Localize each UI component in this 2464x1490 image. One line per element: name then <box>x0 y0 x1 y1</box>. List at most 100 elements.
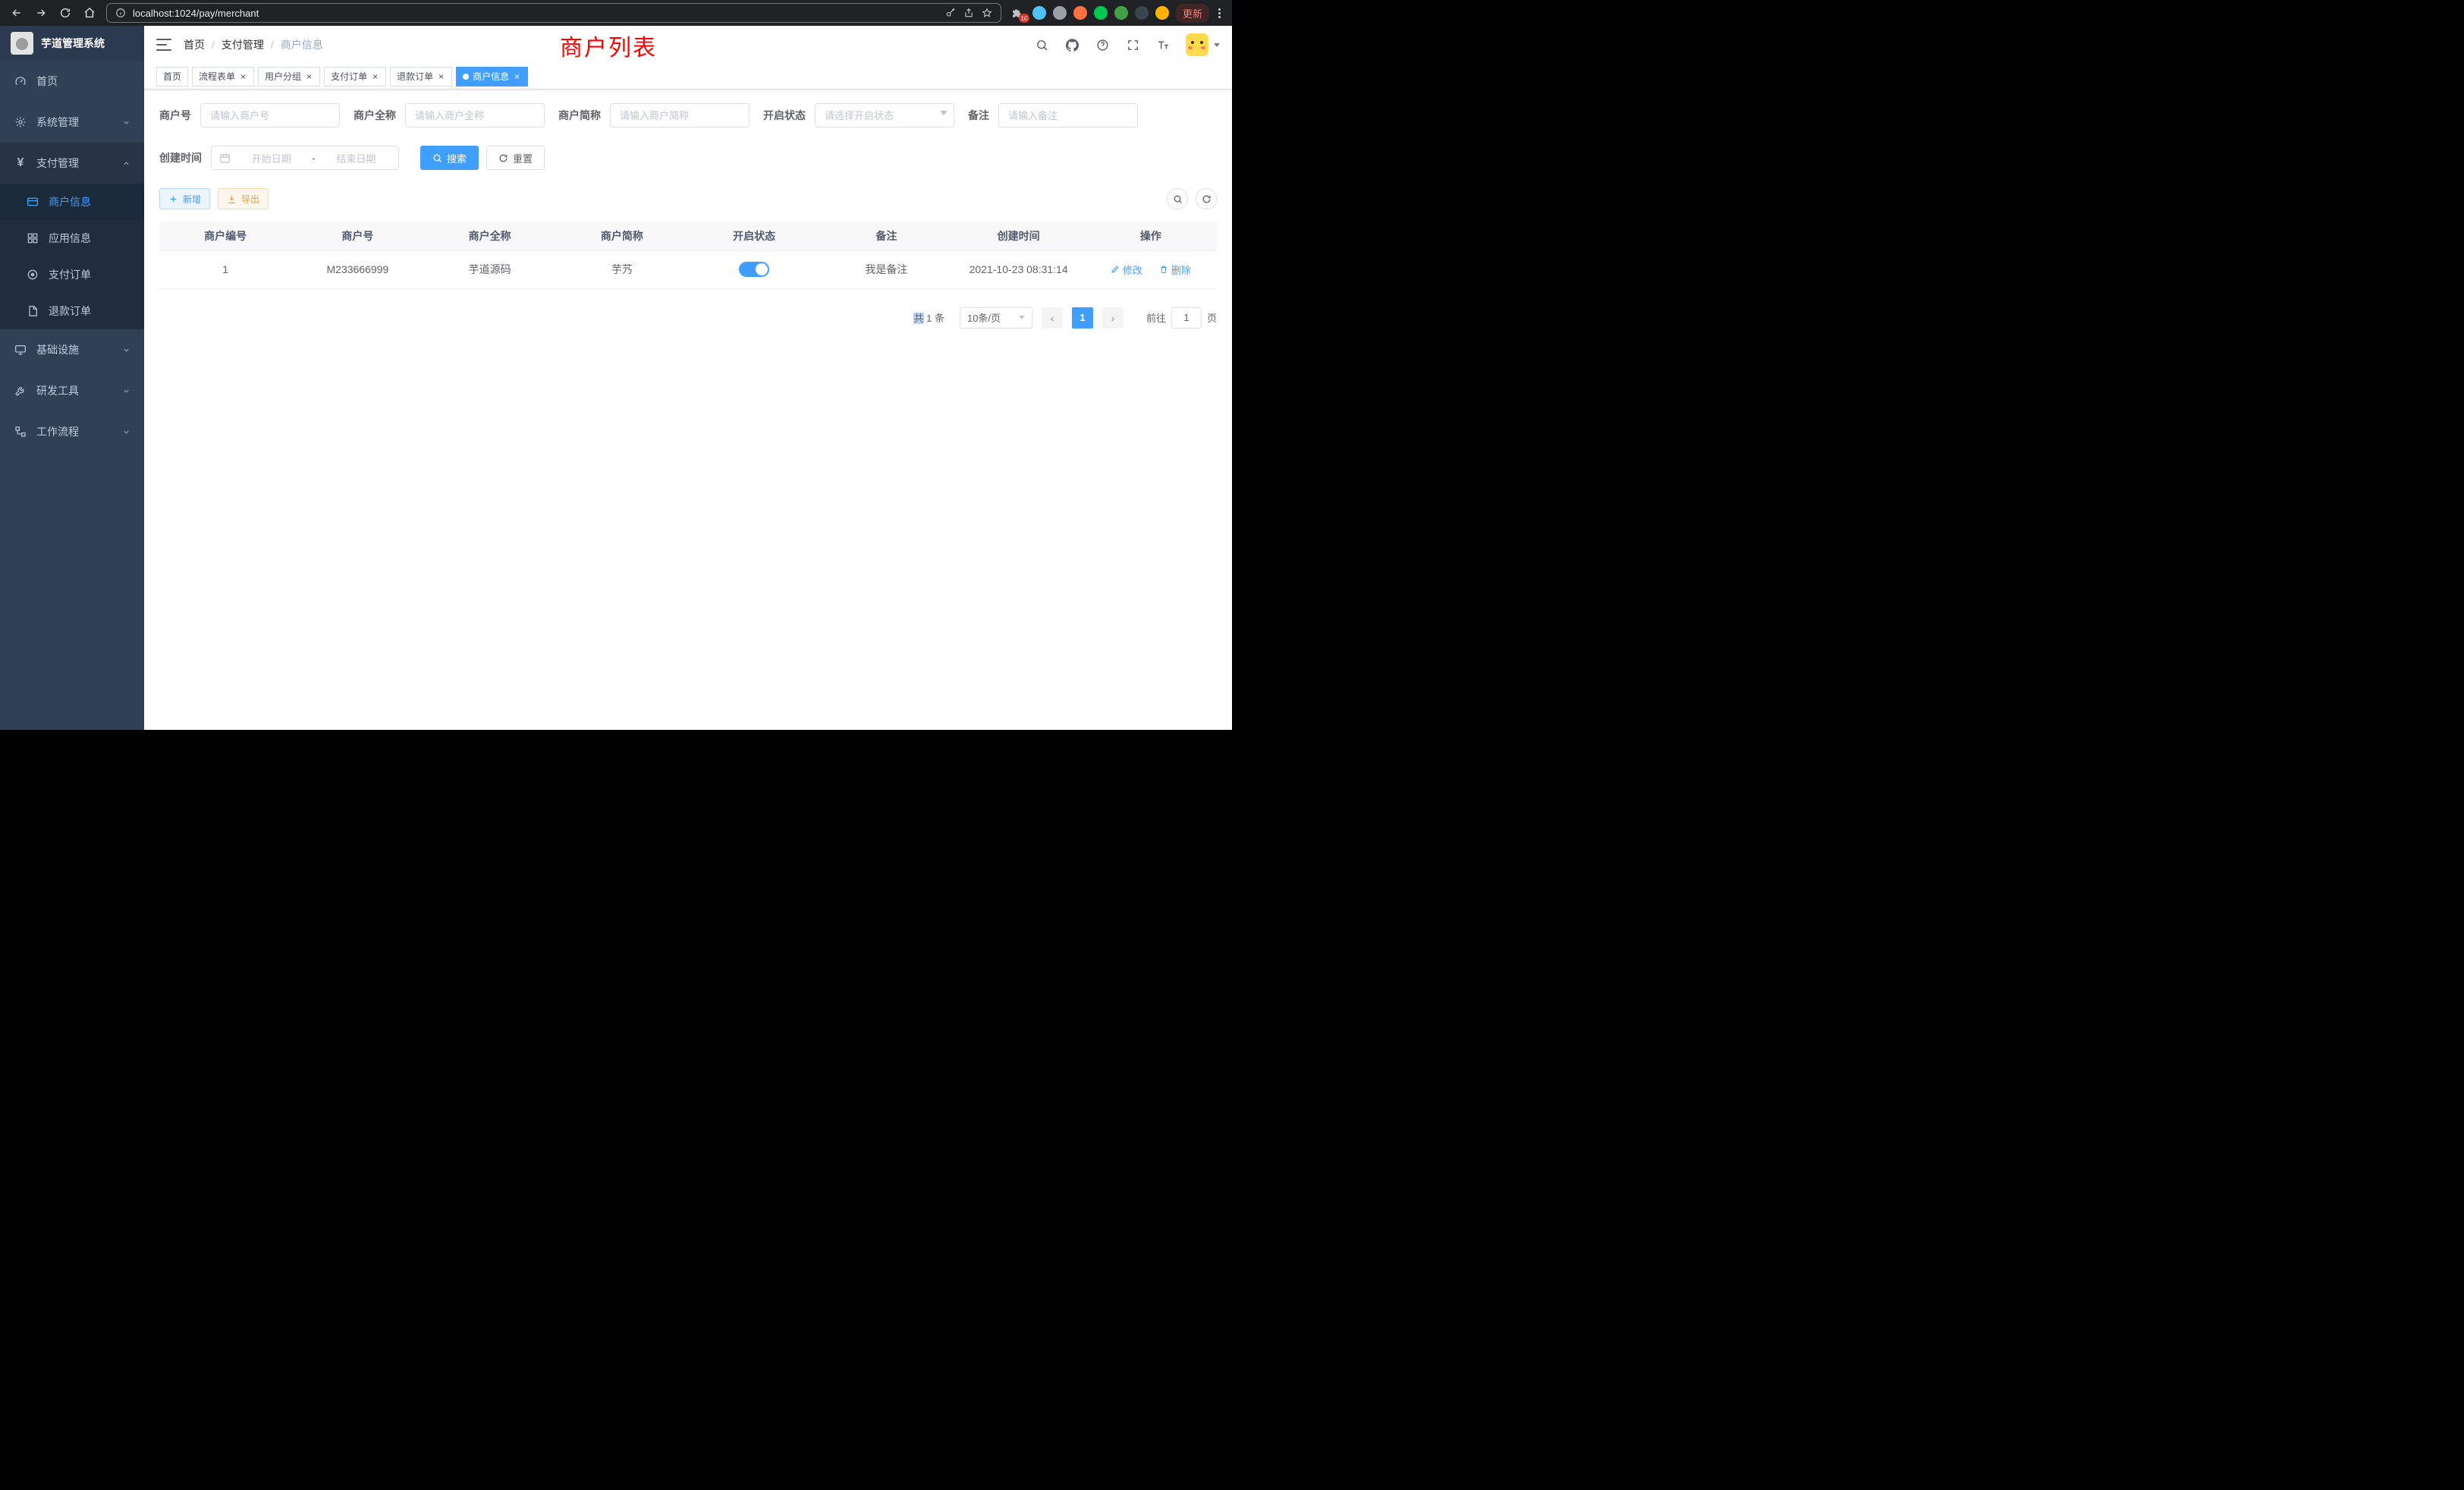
sidebar-item-refund-order[interactable]: 退款订单 <box>0 293 144 329</box>
user-menu[interactable] <box>1186 33 1220 56</box>
close-icon[interactable]: × <box>371 71 379 82</box>
next-page-button[interactable]: › <box>1102 307 1124 328</box>
search-icon[interactable] <box>1034 37 1049 52</box>
sidebar-item-dev-tools[interactable]: 研发工具 <box>0 370 144 411</box>
add-button-label: 新增 <box>183 193 201 206</box>
breadcrumb-separator: / <box>271 39 274 51</box>
github-icon[interactable] <box>1064 37 1080 52</box>
main-area: 首页 / 支付管理 / 商户信息 <box>144 26 1232 730</box>
forward-icon[interactable] <box>33 5 49 20</box>
document-icon <box>26 304 39 318</box>
full-name-input[interactable] <box>405 103 545 127</box>
home-icon[interactable] <box>82 5 97 20</box>
browser-update-button[interactable]: 更新 <box>1176 4 1209 23</box>
edit-button[interactable]: 修改 <box>1111 262 1142 277</box>
extension-icon[interactable] <box>1053 6 1067 20</box>
page-number-button[interactable]: 1 <box>1072 307 1093 328</box>
back-icon[interactable] <box>9 5 24 20</box>
sidebar-item-payment[interactable]: ¥ 支付管理 <box>0 143 144 184</box>
tab-refund-order[interactable]: 退款订单× <box>390 67 452 86</box>
extension-icon[interactable] <box>1073 6 1087 20</box>
url-text[interactable]: localhost:1024/pay/merchant <box>133 8 938 19</box>
reload-icon[interactable] <box>58 5 73 20</box>
sidebar-item-app-info[interactable]: 应用信息 <box>0 220 144 256</box>
goto-page-input[interactable] <box>1171 307 1202 328</box>
extensions-puzzle-icon[interactable]: 10 <box>1010 5 1026 20</box>
browser-menu-icon[interactable] <box>1216 8 1223 18</box>
tab-home[interactable]: 首页 <box>156 67 188 86</box>
short-name-input[interactable] <box>610 103 750 127</box>
reset-button[interactable]: 重置 <box>486 146 545 170</box>
sidebar-item-label: 基础设施 <box>36 342 79 357</box>
status-select[interactable] <box>815 103 954 127</box>
export-button[interactable]: 导出 <box>218 188 269 209</box>
sidebar-item-merchant-info[interactable]: 商户信息 <box>0 184 144 220</box>
sidebar-toggle-icon[interactable] <box>156 39 171 51</box>
selected-text: 共 <box>913 313 923 324</box>
url-bar[interactable]: localhost:1024/pay/merchant <box>106 3 1001 23</box>
close-icon[interactable]: × <box>239 71 247 82</box>
status-toggle[interactable] <box>739 262 769 277</box>
close-icon[interactable]: × <box>513 71 521 82</box>
extension-badge: 10 <box>1019 14 1029 23</box>
tab-label: 首页 <box>163 70 181 83</box>
sidebar-item-workflow[interactable]: 工作流程 <box>0 411 144 452</box>
refresh-table-button[interactable] <box>1196 188 1217 209</box>
toggle-search-button[interactable] <box>1167 188 1188 209</box>
top-navbar: 首页 / 支付管理 / 商户信息 <box>144 26 1232 64</box>
user-avatar <box>1186 33 1208 56</box>
filter-row-2: 创建时间 开始日期 - 结束日期 搜索 重置 <box>159 146 1217 170</box>
sidebar-item-system[interactable]: 系统管理 <box>0 102 144 143</box>
letterbox-strip <box>0 730 1232 745</box>
date-end-placeholder[interactable]: 结束日期 <box>322 151 391 165</box>
tab-user-group[interactable]: 用户分组× <box>258 67 320 86</box>
column-header: 创建时间 <box>953 222 1085 250</box>
tab-pay-order[interactable]: 支付订单× <box>324 67 386 86</box>
sidebar-item-label: 支付管理 <box>36 156 79 171</box>
pencil-icon <box>1111 265 1120 274</box>
password-key-icon[interactable] <box>944 7 957 19</box>
bookmark-star-icon[interactable] <box>981 7 993 19</box>
search-button[interactable]: 搜索 <box>420 146 479 170</box>
wrench-icon <box>14 384 27 398</box>
sidebar: 芋道管理系统 首页 系统管理 ¥ 支付管理 商户信息 <box>0 26 144 730</box>
close-icon[interactable]: × <box>305 71 313 82</box>
delete-button[interactable]: 删除 <box>1159 262 1191 277</box>
sidebar-item-label: 首页 <box>36 74 58 89</box>
close-icon[interactable]: × <box>437 71 445 82</box>
filter-label: 商户简称 <box>558 108 601 123</box>
profile-avatar-icon[interactable] <box>1155 6 1169 20</box>
breadcrumb-item[interactable]: 支付管理 <box>222 37 264 52</box>
tab-label: 商户信息 <box>473 70 509 83</box>
chevron-down-icon <box>121 118 130 127</box>
extension-icon[interactable] <box>1094 6 1108 20</box>
fullscreen-icon[interactable] <box>1125 37 1140 52</box>
extension-icon[interactable] <box>1135 6 1149 20</box>
sidebar-item-infrastructure[interactable]: 基础设施 <box>0 329 144 370</box>
goto-suffix-label: 页 <box>1207 310 1217 325</box>
refresh-icon <box>1202 194 1212 204</box>
breadcrumb-item[interactable]: 首页 <box>184 37 205 52</box>
font-size-icon[interactable] <box>1155 37 1171 52</box>
sidebar-item-pay-order[interactable]: 支付订单 <box>0 256 144 293</box>
extension-icon[interactable] <box>1114 6 1128 20</box>
merchant-no-input[interactable] <box>200 103 340 127</box>
status-select-value[interactable] <box>815 103 954 127</box>
add-button[interactable]: 新增 <box>159 188 210 209</box>
site-info-icon[interactable] <box>115 7 127 19</box>
date-start-placeholder[interactable]: 开始日期 <box>237 151 306 165</box>
tab-merchant-info[interactable]: 商户信息 × <box>456 67 528 86</box>
filter-row-1: 商户号 商户全称 商户简称 开启状态 <box>159 103 1217 127</box>
logo-image <box>11 32 33 55</box>
page-size-select[interactable]: 10条/页 <box>960 307 1032 328</box>
app-logo[interactable]: 芋道管理系统 <box>0 26 144 61</box>
date-range-picker[interactable]: 开始日期 - 结束日期 <box>211 146 399 170</box>
sidebar-item-home[interactable]: 首页 <box>0 61 144 102</box>
prev-page-button[interactable]: ‹ <box>1042 307 1063 328</box>
remark-input[interactable] <box>998 103 1138 127</box>
help-icon[interactable] <box>1095 37 1110 52</box>
sidebar-item-label: 工作流程 <box>36 424 79 439</box>
tab-process-form[interactable]: 流程表单× <box>192 67 254 86</box>
extension-icon[interactable] <box>1032 6 1046 20</box>
share-icon[interactable] <box>963 7 975 19</box>
